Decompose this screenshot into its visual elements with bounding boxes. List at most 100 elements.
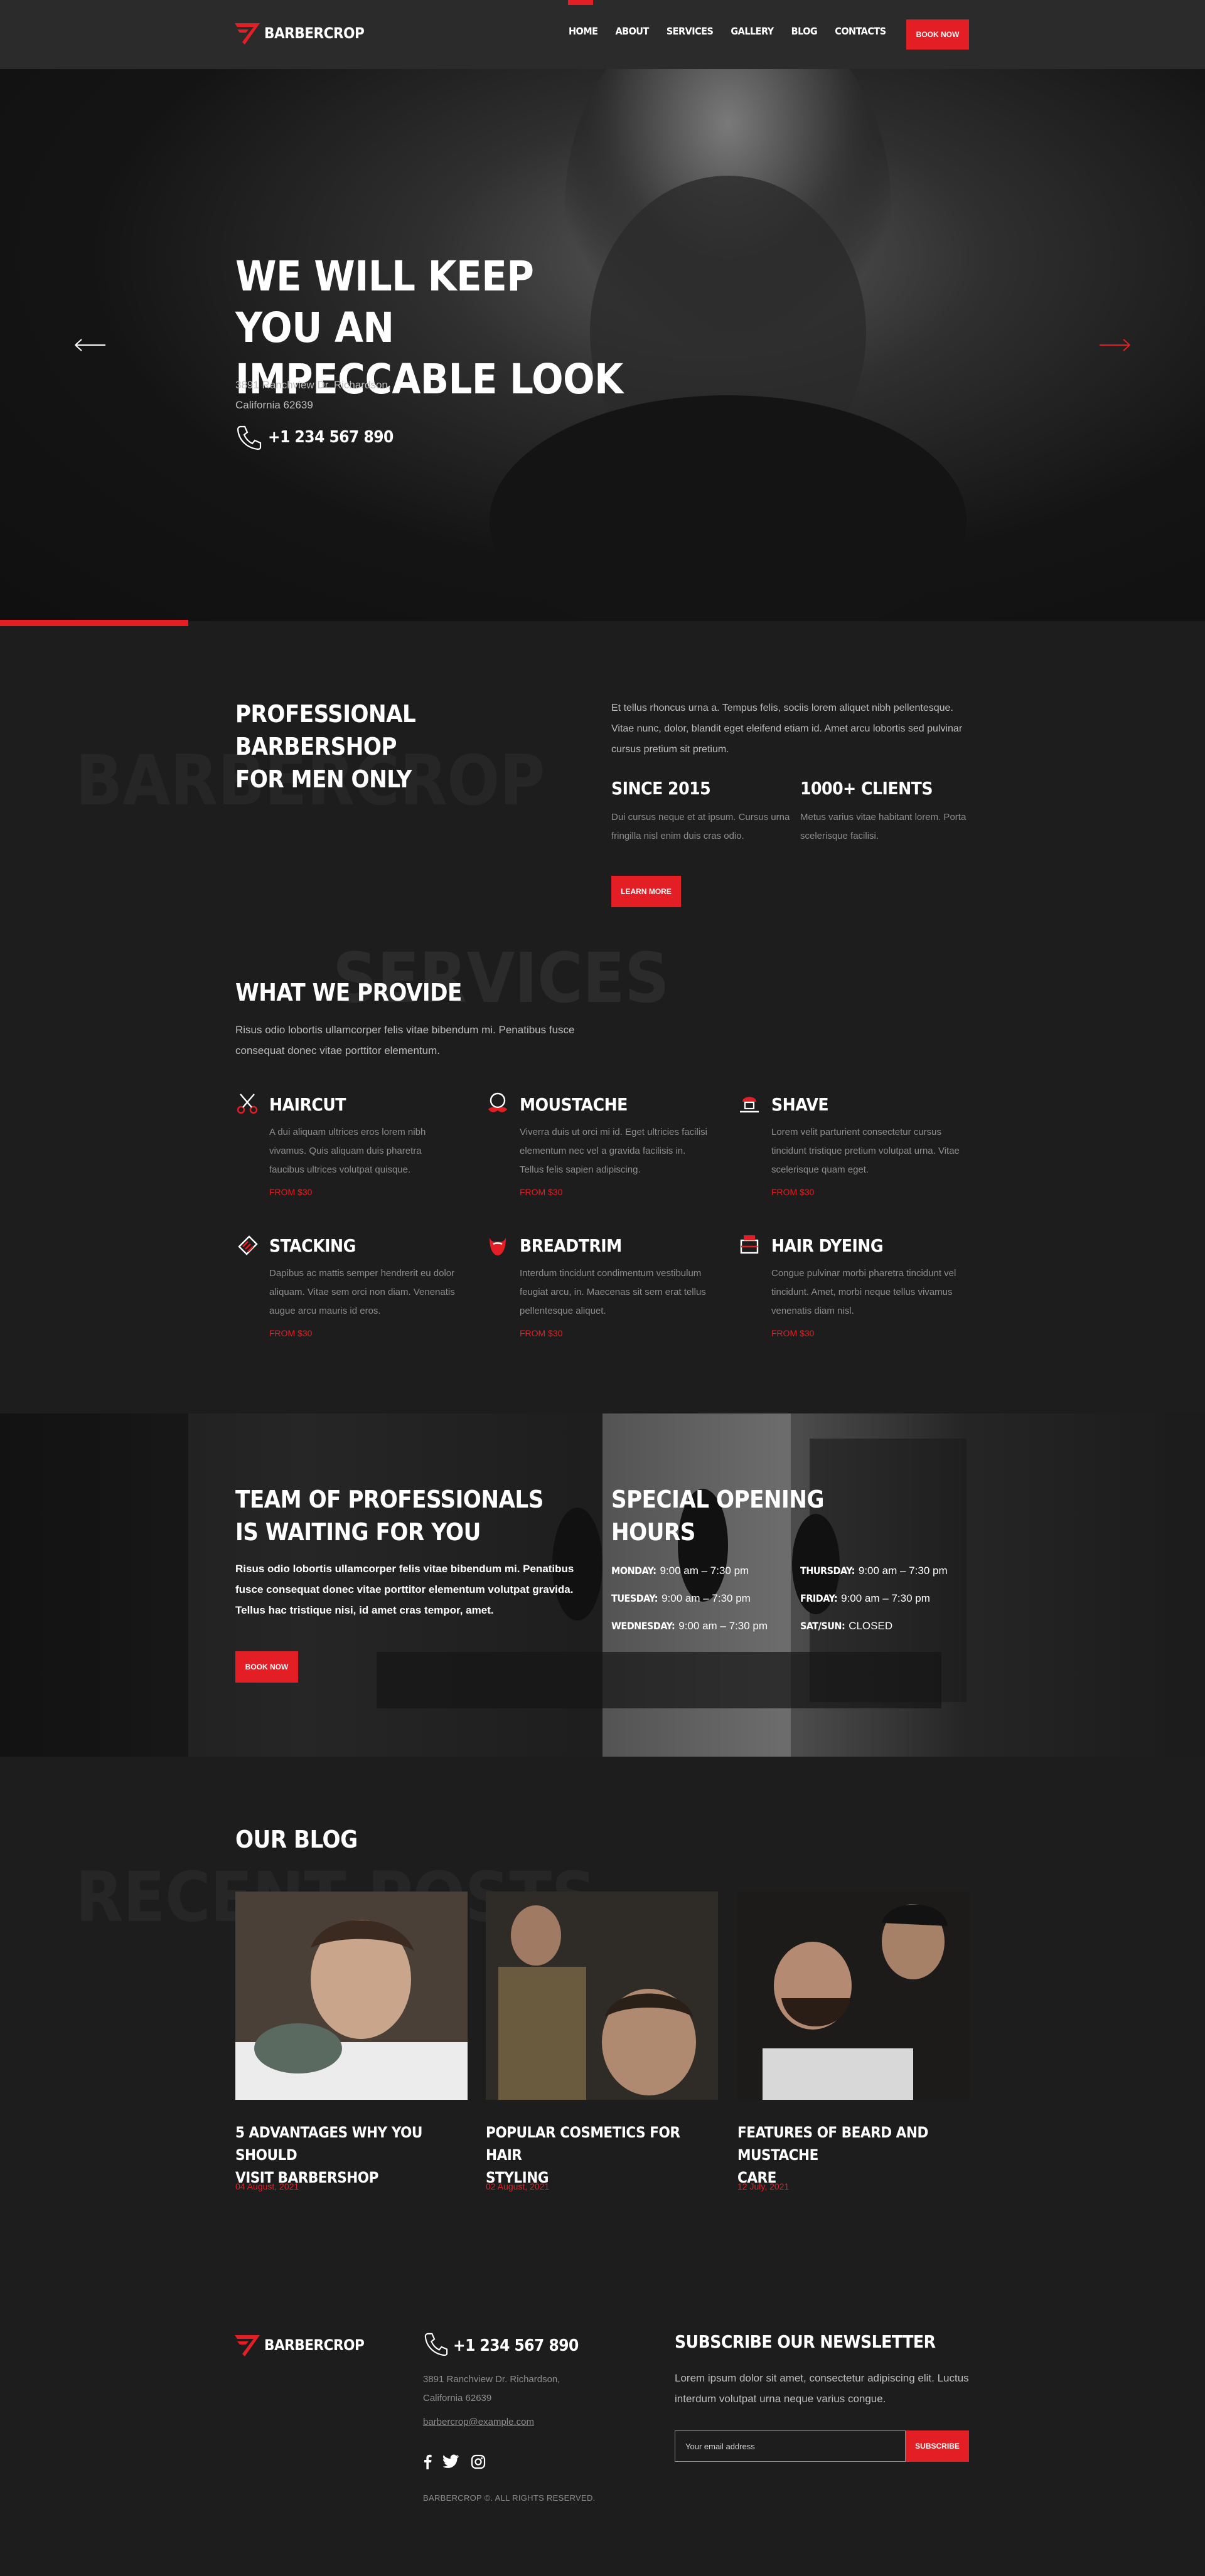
about-title-line2: FOR MEN ONLY bbox=[235, 765, 412, 793]
blog-post-image[interactable] bbox=[235, 1892, 468, 2100]
hours-row-wednesday: WEDNESDAY: 9:00 am – 7:30 pm bbox=[611, 1620, 768, 1632]
blog-post-card[interactable]: 5 ADVANTAGES WHY YOU SHOULD VISIT BARBER… bbox=[235, 1892, 468, 2193]
beard-icon bbox=[490, 1238, 506, 1255]
social-links bbox=[423, 2454, 486, 2469]
team-book-now-button[interactable]: BOOK NOW bbox=[235, 1651, 298, 1683]
footer-phone[interactable]: +1 234 567 890 bbox=[453, 2336, 579, 2355]
facebook-icon[interactable] bbox=[423, 2454, 432, 2469]
nav-home[interactable]: HOME bbox=[569, 25, 598, 37]
book-now-button[interactable]: BOOK NOW bbox=[906, 19, 969, 50]
team-title-line1: TEAM OF PROFESSIONALS bbox=[235, 1486, 544, 1513]
hours-day: FRIDAY: bbox=[800, 1592, 838, 1604]
service-price: FROM $30 bbox=[771, 1328, 815, 1338]
newsletter-title: SUBSCRIBE OUR NEWSLETTER bbox=[675, 2331, 936, 2352]
service-title: SHAVE bbox=[771, 1094, 829, 1115]
hours-time: CLOSED bbox=[849, 1620, 893, 1632]
blog-post-date: 12 July, 2021 bbox=[737, 2181, 790, 2191]
service-price: FROM $30 bbox=[520, 1328, 563, 1338]
barbershop-interior-image bbox=[0, 1413, 1205, 1757]
arrow-left-icon[interactable] bbox=[74, 338, 107, 353]
hero-title-line1: WE WILL KEEP YOU AN bbox=[235, 252, 534, 352]
hours-row-friday: FRIDAY: 9:00 am – 7:30 pm bbox=[800, 1592, 930, 1605]
service-card-breadtrim[interactable]: BREADTRIM Interdum tincidunt condimentum… bbox=[486, 1233, 706, 1358]
footer-logo-icon[interactable] bbox=[233, 2333, 261, 2358]
blog-post-card[interactable]: FEATURES OF BEARD AND MUSTACHE CARE 12 J… bbox=[737, 1892, 970, 2193]
subscribe-button[interactable]: SUBSCRIBE bbox=[906, 2430, 969, 2462]
learn-more-button[interactable]: LEARN MORE bbox=[611, 876, 681, 907]
team-title-line2: IS WAITING FOR YOU bbox=[235, 1518, 481, 1546]
blog-post-title[interactable]: FEATURES OF BEARD AND MUSTACHE CARE bbox=[737, 2121, 963, 2189]
hours-time: 9:00 am – 7:30 pm bbox=[858, 1565, 948, 1577]
hours-row-weekend: SAT/SUN: CLOSED bbox=[800, 1620, 892, 1632]
logo-icon[interactable] bbox=[233, 21, 261, 46]
about-title-line1: PROFESSIONAL BARBERSHOP bbox=[235, 700, 416, 760]
service-card-stacking[interactable]: STACKING Dapibus ac mattis semper hendre… bbox=[235, 1233, 455, 1358]
site-footer bbox=[0, 2271, 1205, 2576]
service-card-shave[interactable]: SHAVE Lorem velit parturient consectetur… bbox=[737, 1092, 960, 1217]
service-text: Dapibus ac mattis semper hendrerit eu do… bbox=[269, 1268, 455, 1316]
team-text: Risus odio lobortis ullamcorper felis vi… bbox=[235, 1563, 574, 1616]
blog-post-title-line1[interactable]: 5 ADVANTAGES WHY YOU SHOULD bbox=[235, 2121, 461, 2166]
shaving-brush-icon bbox=[740, 1097, 759, 1113]
nav-about[interactable]: ABOUT bbox=[615, 25, 649, 37]
hours-day: THURSDAY: bbox=[800, 1565, 855, 1577]
nav-blog[interactable]: BLOG bbox=[791, 25, 818, 37]
team-title: TEAM OF PROFESSIONALS IS WAITING FOR YOU bbox=[235, 1483, 562, 1548]
hours-title-line2: HOURS bbox=[611, 1518, 695, 1546]
services-intro: Risus odio lobortis ullamcorper felis vi… bbox=[235, 1024, 575, 1056]
blog-post-title-line1[interactable]: FEATURES OF BEARD AND MUSTACHE bbox=[737, 2121, 963, 2166]
hours-row-tuesday: TUESDAY: 9:00 am – 7:30 pm bbox=[611, 1592, 751, 1605]
nav-gallery[interactable]: GALLERY bbox=[731, 25, 774, 37]
copyright-text: BARBERCROP ©. ALL RIGHTS RESERVED. bbox=[423, 2493, 596, 2503]
team-section-background-image bbox=[0, 1413, 1205, 1757]
service-price: FROM $30 bbox=[520, 1187, 563, 1197]
dye-bottle-icon bbox=[740, 1235, 759, 1254]
service-text: Viverra duis ut orci mi id. Eget ultrici… bbox=[520, 1127, 707, 1175]
service-text: A dui aliquam ultrices eros lorem nibh v… bbox=[269, 1127, 426, 1175]
hours-day: TUESDAY: bbox=[611, 1592, 658, 1604]
blog-post-title[interactable]: POPULAR COSMETICS FOR HAIR STYLING bbox=[486, 2121, 712, 2189]
service-card-moustache[interactable]: MOUSTACHE Viverra duis ut orci mi id. Eg… bbox=[486, 1092, 707, 1217]
hours-day: SAT/SUN: bbox=[800, 1620, 845, 1632]
blog-post-date: 02 August, 2021 bbox=[486, 2181, 550, 2191]
hair-comb-icon bbox=[238, 1235, 258, 1255]
service-text: Lorem velit parturient consectetur cursu… bbox=[771, 1127, 960, 1175]
blog-post-title-line1[interactable]: POPULAR COSMETICS FOR HAIR bbox=[486, 2121, 712, 2166]
blog-post-card[interactable]: POPULAR COSMETICS FOR HAIR STYLING 02 Au… bbox=[486, 1892, 718, 2193]
service-title: MOUSTACHE bbox=[520, 1094, 628, 1115]
blog-title: OUR BLOG bbox=[235, 1826, 358, 1853]
hours-time: 9:00 am – 7:30 pm bbox=[841, 1592, 930, 1604]
service-card-haircut[interactable]: HAIRCUT A dui aliquam ultrices eros lore… bbox=[235, 1092, 442, 1217]
service-text: Congue pulvinar morbi pharetra tincidunt… bbox=[771, 1268, 956, 1316]
since-title: SINCE 2015 bbox=[611, 778, 711, 799]
service-title: HAIR DYEING bbox=[771, 1235, 884, 1256]
scissors-comb-icon bbox=[237, 1094, 258, 1114]
footer-email-link[interactable]: barbercrop@example.com bbox=[423, 2417, 534, 2427]
service-price: FROM $30 bbox=[771, 1187, 815, 1197]
logo-text[interactable]: BARBERCROP bbox=[264, 24, 365, 42]
service-card-hair-dyeing[interactable]: HAIR DYEING Congue pulvinar morbi pharet… bbox=[737, 1233, 956, 1358]
nav-services[interactable]: SERVICES bbox=[667, 25, 714, 37]
newsletter-email-input[interactable] bbox=[675, 2430, 906, 2462]
blog-post-title[interactable]: 5 ADVANTAGES WHY YOU SHOULD VISIT BARBER… bbox=[235, 2121, 461, 2189]
site-header: BARBERCROP HOME ABOUT SERVICES GALLERY B… bbox=[0, 0, 1205, 69]
hours-day: WEDNESDAY: bbox=[611, 1620, 675, 1632]
arrow-right-icon[interactable] bbox=[1098, 338, 1131, 353]
service-title: HAIRCUT bbox=[269, 1094, 346, 1115]
footer-logo-text[interactable]: BARBERCROP bbox=[264, 2336, 365, 2354]
hero-phone[interactable]: +1 234 567 890 bbox=[268, 428, 394, 447]
main-nav: HOME ABOUT SERVICES GALLERY BLOG CONTACT… bbox=[569, 25, 904, 37]
nav-contacts[interactable]: CONTACTS bbox=[835, 25, 886, 37]
service-price: FROM $30 bbox=[269, 1328, 313, 1338]
instagram-icon[interactable] bbox=[471, 2454, 486, 2469]
service-text: Interdum tincidunt condimentum vestibulu… bbox=[520, 1268, 706, 1316]
phone-icon bbox=[424, 2333, 448, 2356]
footer-address-line1: 3891 Ranchview Dr. Richardson, bbox=[423, 2374, 560, 2385]
twitter-icon[interactable] bbox=[443, 2454, 459, 2468]
hours-time: 9:00 am – 7:30 pm bbox=[678, 1620, 768, 1632]
blog-post-image[interactable] bbox=[737, 1892, 970, 2100]
hours-title-line1: SPECIAL OPENING bbox=[611, 1486, 824, 1513]
blog-post-image[interactable] bbox=[486, 1892, 718, 2100]
moustache-icon bbox=[488, 1092, 507, 1112]
hours-row-monday: MONDAY: 9:00 am – 7:30 pm bbox=[611, 1565, 749, 1577]
